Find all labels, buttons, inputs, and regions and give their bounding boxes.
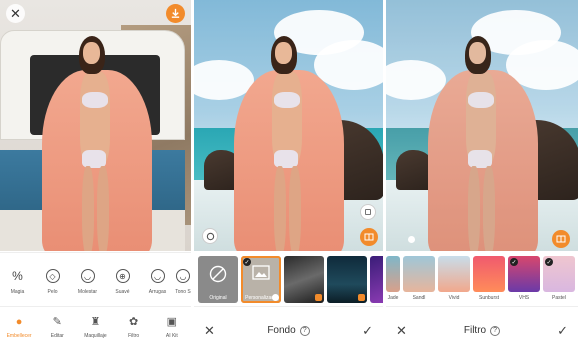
cancel-icon[interactable]: ✕ [204,323,215,339]
nav-ai-kit[interactable]: ▣ AI Kit [153,307,191,354]
face-tone-icon: ◡ [176,269,190,283]
download-icon[interactable] [166,4,185,23]
close-icon[interactable]: ✕ [6,4,25,23]
photo-canvas[interactable] [0,0,191,251]
premium-icon [358,294,365,301]
confirm-icon[interactable]: ✓ [557,323,568,339]
filter-jade[interactable]: Jade [386,256,400,302]
photo-canvas[interactable] [386,0,578,251]
percent-icon: % [12,269,23,283]
retouch-icon: ● [15,315,23,328]
face-smooth-icon: ◡ [80,269,95,283]
image-icon [252,265,270,280]
background-action-bar: ✕ Fondo ? ✓ [194,306,383,354]
screen-background: Original ✓ Personalizado ✕ Fondo ? ✓ [194,0,383,354]
bg-thumb-smoke[interactable] [284,256,324,303]
tool-suave[interactable]: ⊕ Suavé [105,253,140,306]
compare-icon[interactable] [552,230,570,248]
tool-pelo[interactable]: ◇ Pelo [35,253,70,306]
check-icon: ✓ [545,258,553,266]
drop-icon: ◇ [45,269,60,283]
check-icon: ✓ [510,258,518,266]
screen-retouch: ✕ % Magia ◇ Pelo ◡ Molestar ⊕ Suavé ◡ Ar… [0,0,191,354]
edit-icon [272,294,279,301]
nav-editar[interactable]: ✎ Editar [38,307,76,354]
layers-icon[interactable] [202,228,218,244]
no-bg-icon [209,265,227,283]
filter-action-bar: ✕ Filtro ? ✓ [386,306,578,354]
panel-title: Fondo [267,325,296,336]
photo-canvas[interactable] [194,0,383,251]
filter-sandl[interactable]: Sandl [403,256,435,302]
intensity-dot[interactable] [408,236,415,243]
premium-icon [315,294,322,301]
makeup-icon: ♜ [90,316,101,328]
filter-pastel[interactable]: ✓ Pastel [543,256,575,302]
retouch-tools: % Magia ◇ Pelo ◡ Molestar ⊕ Suavé ◡ Arru… [0,252,191,306]
tool-tono[interactable]: ◡ Tono S [175,253,191,306]
filter-icon: ✿ [129,316,139,328]
nav-maquillaje[interactable]: ♜ Maquillaje [76,307,114,354]
bg-thumb-forest[interactable] [327,256,367,303]
ai-icon: ▣ [166,316,178,328]
eraser-icon[interactable] [360,204,376,220]
nav-filtro[interactable]: ✿ Filtro [115,307,153,354]
tool-molestar[interactable]: ◡ Molestar [70,253,105,306]
tool-magia[interactable]: % Magia [0,253,35,306]
confirm-icon[interactable]: ✓ [362,323,373,339]
help-icon[interactable]: ? [490,325,501,336]
bg-thumb-original[interactable]: Original [198,256,238,303]
background-thumbnails: Original ✓ Personalizado [194,252,383,306]
tool-arrugas[interactable]: ◡ Arrugas [140,253,175,306]
panel-title: Filtro [463,325,487,336]
filter-vivid[interactable]: Vivid [438,256,470,302]
filter-thumbnails: Jade Sandl Vivid Sunburst ✓ VHS ✓ Pastel [386,252,578,306]
help-icon[interactable]: ? [299,325,310,336]
nav-embellecer[interactable]: ● Embellecer [0,307,38,354]
cancel-icon[interactable]: ✕ [396,323,407,339]
bg-thumb-neon[interactable] [370,256,383,303]
screen-filter: Jade Sandl Vivid Sunburst ✓ VHS ✓ Pastel [386,0,578,354]
filter-vhs[interactable]: ✓ VHS [508,256,540,302]
compare-icon[interactable] [360,228,378,246]
filter-sunburst[interactable]: Sunburst [473,256,505,302]
edit-icon: ✎ [52,316,62,328]
check-icon: ✓ [243,258,251,266]
target-icon: ⊕ [115,269,130,283]
bottom-nav: ● Embellecer ✎ Editar ♜ Maquillaje ✿ Fil… [0,306,191,354]
face-wrinkle-icon: ◡ [150,269,165,283]
bg-thumb-custom[interactable]: ✓ Personalizado [241,256,281,303]
